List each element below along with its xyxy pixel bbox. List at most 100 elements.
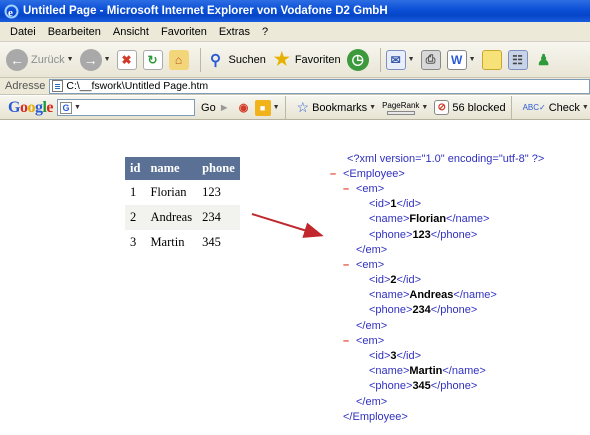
xml-em-close-line: </em> bbox=[330, 394, 544, 409]
chevron-down-icon: ▼ bbox=[468, 56, 476, 63]
xml-name-value: Martin bbox=[409, 365, 443, 378]
pagerank-button[interactable]: PageRank ▼ bbox=[382, 101, 428, 115]
collapse-icon[interactable]: – bbox=[343, 183, 356, 195]
menu-datei[interactable]: Datei bbox=[10, 26, 36, 38]
svg-text:e: e bbox=[8, 7, 13, 19]
menu-help[interactable]: ? bbox=[262, 26, 268, 38]
address-label: Adresse bbox=[5, 80, 46, 92]
page-content: id name phone 1 Florian 123 2 Andreas 23… bbox=[0, 121, 590, 435]
chevron-down-icon: ▼ bbox=[581, 104, 589, 111]
go-button[interactable]: Go ► bbox=[201, 102, 230, 114]
popup-blocked-icon: ⊘ bbox=[434, 100, 450, 115]
bookmark-star-icon: ☆ bbox=[296, 99, 310, 115]
google-search-input[interactable]: G ▼ bbox=[57, 99, 196, 116]
spell-check-button[interactable]: ABC✓ Check ▼ bbox=[523, 102, 589, 114]
internet-explorer-icon: e bbox=[4, 4, 19, 19]
search-button[interactable]: ⚲ Suchen bbox=[206, 46, 266, 74]
discuss-button[interactable] bbox=[481, 46, 502, 74]
xml-declaration-line: <?xml version="1.0" encoding="utf-8" ?> bbox=[330, 151, 544, 166]
research-button[interactable]: ☷ bbox=[507, 46, 528, 74]
favorites-button[interactable]: ★ Favoriten bbox=[272, 46, 341, 74]
menu-bar: Datei Bearbeiten Ansicht Favoriten Extra… bbox=[0, 22, 590, 42]
star-icon: ★ bbox=[273, 49, 290, 69]
xml-em-open-line[interactable]: – <em> bbox=[330, 333, 544, 348]
home-button[interactable]: ⌂ bbox=[168, 46, 189, 74]
forward-button[interactable]: → ▼ bbox=[79, 46, 111, 74]
mail-button[interactable]: ✉ ▼ bbox=[385, 46, 415, 74]
messenger-icon: ♟ bbox=[536, 51, 551, 69]
menu-ansicht[interactable]: Ansicht bbox=[113, 26, 149, 38]
print-button[interactable]: ⎙ bbox=[420, 46, 441, 74]
google-options-button[interactable]: ◉ ■ ▼ bbox=[236, 99, 280, 116]
toolbar-separator bbox=[284, 95, 286, 120]
pagerank-meter bbox=[386, 110, 415, 115]
xml-root-open-line[interactable]: – <Employee> bbox=[330, 166, 544, 181]
menu-bearbeiten[interactable]: Bearbeiten bbox=[48, 26, 101, 38]
spell-check-icon: ABC✓ bbox=[522, 103, 546, 112]
menu-extras[interactable]: Extras bbox=[219, 26, 250, 38]
chevron-down-icon: ▼ bbox=[74, 104, 81, 111]
xml-phone-value: 234 bbox=[412, 304, 431, 317]
xml-em-close-line: </em> bbox=[330, 318, 544, 333]
xml-declaration: <?xml version="1.0" encoding="utf-8" ?> bbox=[347, 152, 545, 165]
search-icon: ⚲ bbox=[210, 51, 221, 69]
refresh-icon: ↻ bbox=[142, 49, 163, 70]
blocked-label: 56 blocked bbox=[452, 101, 506, 114]
refresh-button[interactable]: ↻ bbox=[142, 46, 163, 74]
history-button[interactable]: ◷ bbox=[346, 46, 369, 74]
xml-name-line: <name> Andreas </name> bbox=[369, 289, 497, 302]
window-title: Untitled Page - Microsoft Internet Explo… bbox=[23, 5, 388, 17]
go-divider-icon: ► bbox=[218, 101, 230, 114]
xml-em-close: </em> bbox=[356, 243, 388, 256]
word-document-icon: W bbox=[446, 49, 467, 70]
stop-button[interactable]: ✖ bbox=[116, 46, 137, 74]
xml-view: <?xml version="1.0" encoding="utf-8" ?> … bbox=[330, 151, 544, 424]
toolbar-separator bbox=[379, 47, 381, 72]
messenger-button[interactable]: ♟ bbox=[534, 46, 554, 74]
home-icon: ⌂ bbox=[168, 49, 189, 70]
xml-em-close: </em> bbox=[356, 395, 388, 408]
xml-id-line: <id> 2 </id> bbox=[369, 274, 422, 287]
address-input[interactable]: C:\__fswork\Untitled Page.htm bbox=[49, 78, 590, 94]
chevron-down-icon: ▼ bbox=[103, 56, 111, 63]
xml-name-line: <name> Florian </name> bbox=[369, 213, 490, 226]
forward-arrow-icon: → bbox=[79, 48, 102, 71]
go-label: Go bbox=[201, 101, 216, 114]
xml-phone-value: 345 bbox=[412, 380, 431, 393]
xml-root-close: </Employee> bbox=[343, 410, 408, 423]
xml-em-open-line[interactable]: – <em> bbox=[330, 257, 544, 272]
back-arrow-icon: ← bbox=[6, 48, 28, 71]
xml-phone-line: <phone> 234 </phone> bbox=[369, 304, 478, 317]
toolbar-separator bbox=[199, 47, 201, 72]
bookmarks-button[interactable]: ☆ Bookmarks ▼ bbox=[297, 99, 377, 116]
google-logo[interactable]: Google bbox=[8, 99, 53, 117]
popup-blocker-button[interactable]: ⊘ 56 blocked bbox=[434, 100, 506, 115]
pagerank-label: PageRank bbox=[382, 100, 420, 110]
google-options-icon: ◉ bbox=[238, 102, 249, 114]
check-label: Check bbox=[548, 101, 580, 114]
collapse-icon[interactable]: – bbox=[330, 168, 343, 180]
xml-em-close: </em> bbox=[356, 319, 388, 332]
xml-name-value: Andreas bbox=[409, 289, 454, 302]
stop-icon: ✖ bbox=[116, 49, 137, 70]
research-icon: ☷ bbox=[507, 49, 528, 70]
xml-phone-line: <phone> 123 </phone> bbox=[369, 228, 478, 241]
back-label: Zurück bbox=[31, 53, 65, 66]
standard-toolbar: ← Zurück ▼ → ▼ ✖ ↻ ⌂ ⚲ Suchen ★ Favorite… bbox=[0, 42, 590, 78]
collapse-icon[interactable]: – bbox=[343, 335, 356, 347]
history-icon: ◷ bbox=[346, 48, 369, 71]
back-button[interactable]: ← Zurück ▼ bbox=[6, 46, 74, 74]
page-icon bbox=[52, 80, 64, 92]
menu-favoriten[interactable]: Favoriten bbox=[161, 26, 207, 38]
mail-icon: ✉ bbox=[385, 49, 406, 70]
google-toolbar: Google G ▼ Go ► ◉ ■ ▼ ☆ Bookmarks ▼ Page… bbox=[0, 95, 590, 120]
xml-em-open: <em> bbox=[356, 182, 385, 195]
printer-icon: ⎙ bbox=[420, 49, 441, 70]
chevron-down-icon: ▼ bbox=[272, 104, 280, 111]
xml-em-close-line: </em> bbox=[330, 242, 544, 257]
collapse-icon[interactable]: – bbox=[343, 259, 356, 271]
chevron-down-icon: ▼ bbox=[407, 56, 415, 63]
edit-button[interactable]: W ▼ bbox=[446, 46, 476, 74]
xml-id-line: <id> 3 </id> bbox=[369, 350, 422, 363]
xml-em-open-line[interactable]: – <em> bbox=[330, 181, 544, 196]
